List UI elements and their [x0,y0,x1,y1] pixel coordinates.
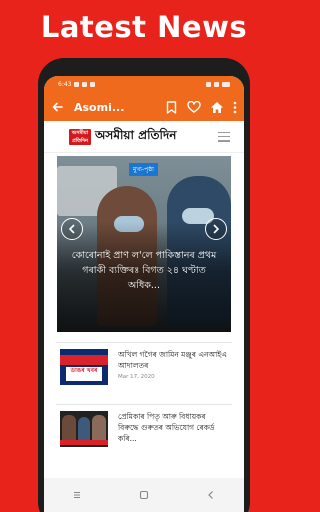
recent-apps-icon[interactable] [68,488,86,502]
featured-story-card[interactable]: মুখ্য-পৃষ্ঠা কোৰোনাই প্ৰাণ ল'লে পাকিস্তা… [57,156,231,332]
signal-icon [214,82,219,87]
app-title: Asomi... [74,100,125,114]
arrow-left-icon[interactable] [50,99,66,115]
home-button-icon[interactable] [135,488,153,502]
battery-icon [222,82,230,87]
chevron-left-icon[interactable] [61,218,83,240]
hamburger-menu-icon[interactable] [218,131,230,142]
news-thumbnail: ডাঙৰ খবৰ [60,349,108,385]
system-nav-bar [44,478,244,512]
wifi-icon [206,82,211,87]
publisher-header: অসমীয়া প্ৰতিদিন অসমীয়া প্ৰতিদিন [44,121,244,153]
more-vert-icon[interactable] [232,99,238,115]
notification-icon [74,82,80,87]
promo-title: Latest News [40,10,248,44]
notification-icon [90,82,96,87]
featured-headline: কোৰোনাই প্ৰাণ ল'লে পাকিস্তানৰ প্ৰথম গৰাক… [71,250,217,291]
phone-screen: 6:43 Asomi... অসমীয়া প্ৰতিদিন অসমীয়া প… [44,76,244,512]
status-bar: 6:43 [44,76,244,93]
status-time: 6:43 [58,81,72,88]
bookmark-icon[interactable] [163,99,179,115]
notification-icon [82,82,88,87]
back-button-icon[interactable] [202,488,220,502]
news-headline: প্ৰেমিকাৰ পিতৃ আৰু বিধায়কৰ বিৰুদ্ধে গুৰ… [118,412,215,443]
list-item[interactable]: ডাঙৰ খবৰ অখিল গগৈৰ জামিন মঞ্জুৰ এনআইএ আদ… [56,342,232,391]
home-icon[interactable] [209,99,225,115]
chevron-right-icon[interactable] [205,218,227,240]
app-bar: Asomi... [44,93,244,121]
news-thumbnail [60,411,108,447]
category-tag[interactable]: মুখ্য-পৃষ্ঠা [129,163,158,176]
publisher-name: অসমীয়া প্ৰতিদিন [95,127,177,142]
news-headline: অখিল গগৈৰ জামিন মঞ্জুৰ এনআইএ আদালতৰ [118,350,227,370]
heart-icon[interactable] [186,99,202,115]
list-item[interactable]: প্ৰেমিকাৰ পিতৃ আৰু বিধায়কৰ বিৰুদ্ধে গুৰ… [56,404,232,453]
publisher-logo: অসমীয়া প্ৰতিদিন [69,128,91,145]
news-date: Mar 17, 2020 [118,374,155,380]
